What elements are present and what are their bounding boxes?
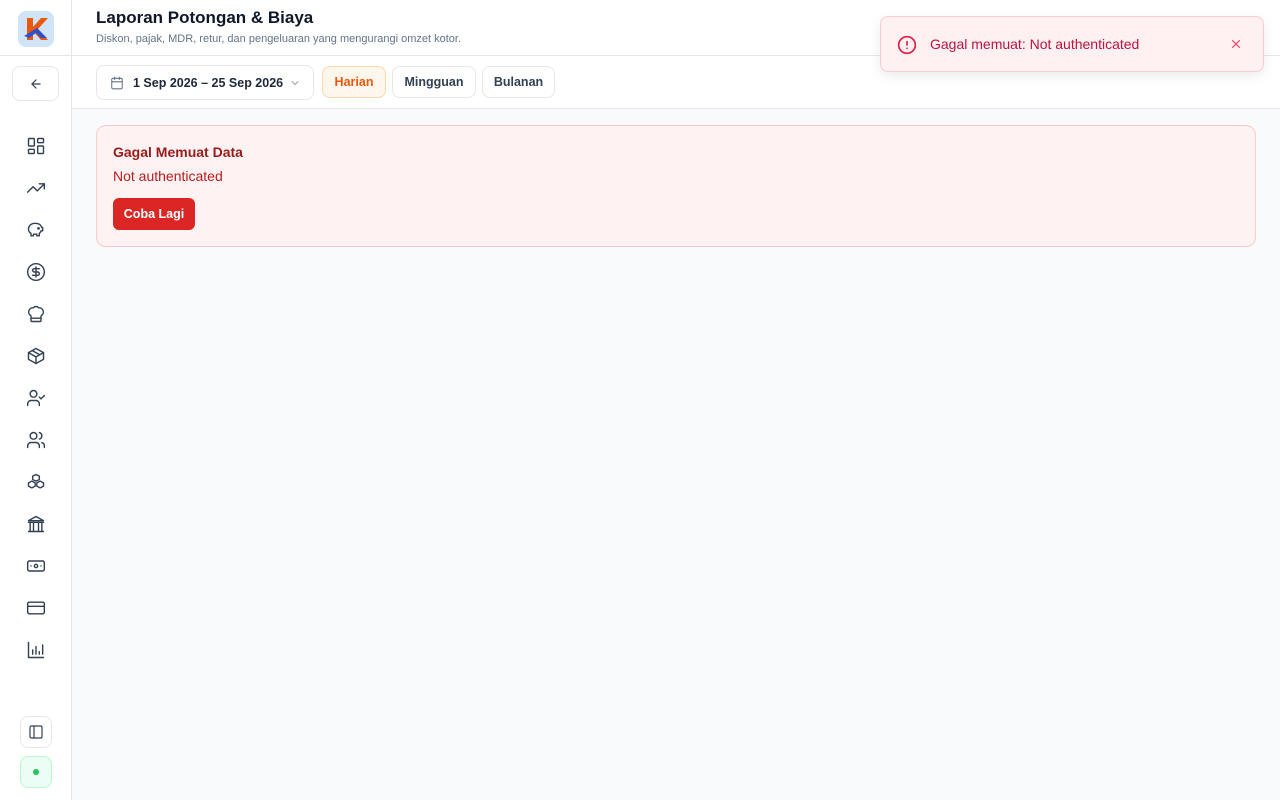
banknote-icon [26, 560, 46, 572]
sidebar-item-dashboard[interactable] [0, 125, 72, 167]
sidebar [0, 0, 72, 800]
sidebar-item-savings[interactable] [0, 209, 72, 251]
sidebar-item-cash[interactable] [0, 545, 72, 587]
dollar-circle-icon [26, 262, 46, 282]
sidebar-item-kitchen[interactable] [0, 293, 72, 335]
alert-circle-icon [897, 35, 917, 55]
chef-hat-icon [28, 305, 44, 323]
sidebar-panel-icon [29, 725, 43, 739]
toast-message: Gagal memuat: Not authenticated [930, 36, 1140, 52]
online-status-dot [33, 769, 39, 775]
sidebar-item-inventory[interactable] [0, 461, 72, 503]
back-button[interactable] [12, 66, 59, 101]
sidebar-collapse-button[interactable] [20, 716, 52, 748]
users-icon [26, 431, 46, 449]
error-panel: Gagal Memuat Data Not authenticated Coba… [96, 125, 1256, 247]
sidebar-nav [0, 125, 72, 671]
bar-chart-icon [27, 641, 45, 659]
period-daily-button[interactable]: Harian [322, 66, 386, 98]
chevron-down-icon [291, 81, 299, 85]
date-range-label: 1 Sep 2026 – 25 Sep 2026 [133, 75, 284, 90]
page-title: Laporan Potongan & Biaya [96, 8, 314, 27]
page-subtitle: Diskon, pajak, MDR, retur, dan pengeluar… [96, 33, 462, 45]
error-message: Not authenticated [113, 168, 223, 184]
sidebar-item-customers[interactable] [0, 419, 72, 461]
close-icon[interactable] [1229, 37, 1243, 56]
period-weekly-button[interactable]: Mingguan [392, 66, 476, 98]
sidebar-item-attendance[interactable] [0, 377, 72, 419]
sidebar-item-payments[interactable] [0, 587, 72, 629]
date-range-picker[interactable]: 1 Sep 2026 – 25 Sep 2026 [96, 65, 314, 100]
retry-button[interactable]: Coba Lagi [113, 198, 195, 230]
sidebar-item-trending[interactable] [0, 167, 72, 209]
piggy-bank-icon [27, 222, 44, 237]
dashboard-icon [27, 137, 45, 155]
sidebar-item-finance[interactable] [0, 251, 72, 293]
package-icon [27, 347, 45, 365]
credit-card-icon [26, 601, 46, 615]
k-logo-icon[interactable] [18, 11, 54, 47]
sidebar-item-products[interactable] [0, 335, 72, 377]
error-toast: Gagal memuat: Not authenticated [880, 16, 1264, 72]
online-status-button[interactable] [20, 756, 52, 788]
boxes-icon [27, 473, 45, 489]
trending-up-icon [26, 183, 46, 193]
sidebar-item-bank[interactable] [0, 503, 72, 545]
sidebar-divider [0, 55, 72, 56]
arrow-left-icon [30, 78, 41, 89]
period-monthly-button[interactable]: Bulanan [482, 66, 555, 98]
calendar-icon [111, 76, 123, 89]
sidebar-item-reports[interactable] [0, 629, 72, 671]
error-title: Gagal Memuat Data [113, 144, 243, 160]
user-check-icon [26, 389, 46, 407]
bank-icon [27, 515, 45, 533]
